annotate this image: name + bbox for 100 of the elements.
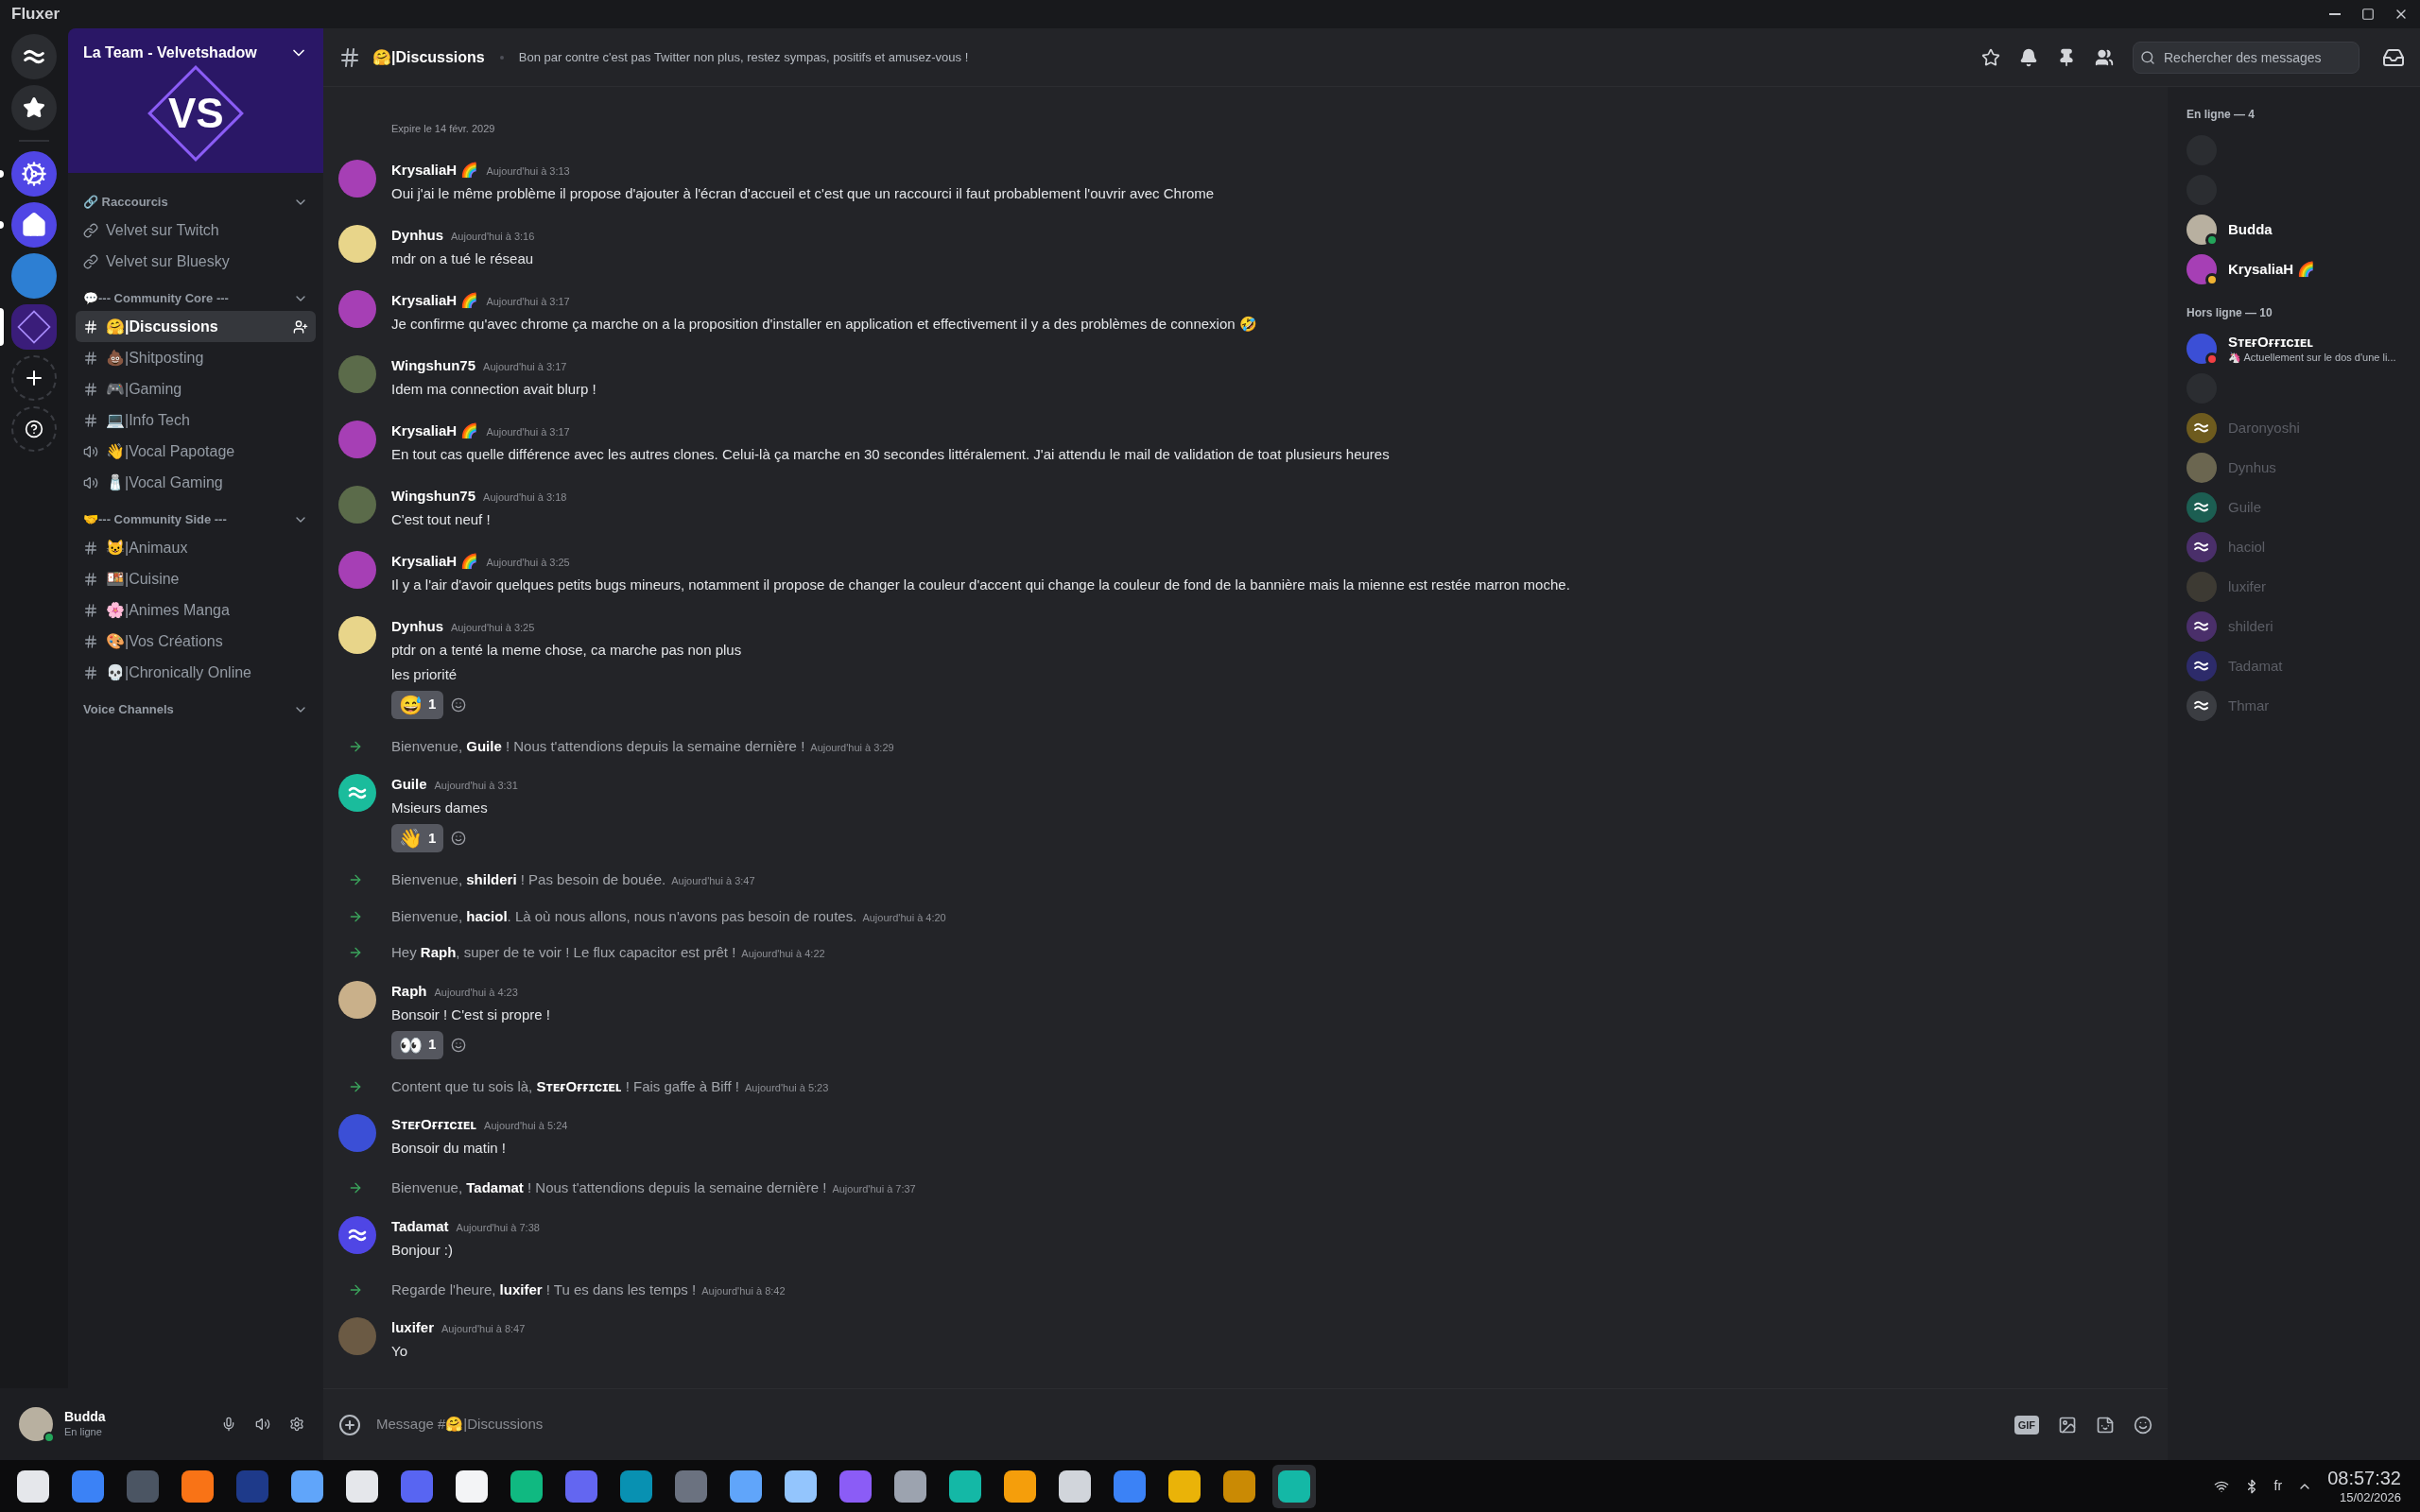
category-name[interactable]: 💬--- Community Core --- [83,289,229,308]
message-text: Je confirme qu'avec chrome ça marche on a la proposition d'installer en application et effectivement il y a des problèmes de connexion 🤣 [391,314,1257,334]
hash-icon [338,45,361,69]
user-status: En ligne [64,1425,103,1439]
channel-item[interactable]: 💀|Chronically Online [76,657,316,688]
author-name[interactable]: Dynhus [391,224,443,246]
timestamp: Aujourd'hui à 8:47 [441,1322,526,1336]
notifications-button[interactable] [2019,47,2038,67]
author-name[interactable]: Wingshun75 [391,485,476,507]
channel-item[interactable]: 🤗|Discussions [76,311,316,342]
timestamp: Aujourd'hui à 3:17 [486,424,570,439]
reaction-chip[interactable]: 👋 1 [391,824,444,852]
image-button[interactable] [2058,1415,2077,1435]
favorite-button[interactable] [1981,47,2000,67]
speaker-icon [255,1417,270,1432]
hash-icon [83,664,98,680]
server-banner[interactable]: La Team - Velvetshadow VS [68,28,323,173]
search-field[interactable]: Rechercher des messages [2133,41,2360,74]
channel-item[interactable]: 😺|Animaux [76,532,316,563]
channel-topic: Bon par contre c'est pas Twitter non plus, restez sympas, positifs et amusez-vous ! [518,48,970,66]
timestamp: Aujourd'hui à 3:18 [483,490,567,505]
author-name[interactable]: KrysaliaH 🌈 [391,420,479,441]
channel-item[interactable]: 🎨|Vos Créations [76,626,316,657]
channel-item[interactable]: Velvet sur Bluesky [76,246,316,277]
gif-button[interactable]: GIF [2014,1415,2039,1435]
message-input[interactable]: Message #🤗|Discussions [376,1414,1999,1435]
member-group-title: Hors ligne — 10 [2186,305,2273,321]
timestamp: Aujourd'hui à 3:17 [486,294,570,309]
hash-icon [83,571,98,587]
author-name[interactable]: KrysaliaH 🌈 [391,159,479,180]
speaker-button[interactable] [255,1417,270,1432]
hash-icon [83,350,98,366]
server-logo[interactable] [11,304,57,350]
diamond-icon [15,308,53,346]
join-message: Bienvenue, Guile ! Nous t'attendions depuis la semaine dernière ! [391,736,805,756]
author-name[interactable]: Guile [391,774,427,795]
expiry-note: Expire le 14 févr. 2029 [391,122,495,134]
author-name[interactable]: SᴛᴇғOғғɪᴄɪᴇʟ [391,1114,477,1135]
message-text: ptdr on a tenté la meme chose, ca marche pas non plus [391,640,742,660]
timestamp: Aujourd'hui à 3:13 [486,163,570,179]
add-reaction-icon [451,831,467,846]
category-name[interactable]: 🤝--- Community Side --- [83,510,227,529]
server-icon[interactable] [11,151,57,197]
gear-icon [21,161,47,187]
message-text: Idem ma connection avait blurp ! [391,379,596,399]
message-text: En tout cas quelle différence avec les autres clones. Celui-là ça marche en 30 secondes littéralement. J'ai attendu le mail de validation de toat plusieurs heures [391,444,1390,464]
join-message: Regarde l'heure, luxifer ! Tu es dans les temps ! [391,1280,697,1299]
channel-item[interactable]: 🌸|Animes Manga [76,594,316,626]
channel-item[interactable]: 💩|Shitposting [76,342,316,373]
pinned-button[interactable] [2057,47,2076,67]
sticker-button[interactable] [2096,1415,2115,1435]
speaker-icon [83,443,98,459]
message-text: C'est tout neuf ! [391,509,492,529]
member-name[interactable]: Budda [2228,220,2273,239]
category-name[interactable]: 🔗 Raccourcis [83,193,168,212]
channel-item[interactable]: 🍱|Cuisine [76,563,316,594]
favorites-button[interactable] [11,85,57,130]
member-name[interactable]: SᴛᴇғOғғɪᴄɪᴇʟ [2228,333,2396,352]
keyboard-language[interactable]: fr [2273,1476,2283,1496]
message-text: Msieurs dames [391,799,489,817]
minimize-icon [2329,13,2341,15]
members-button[interactable] [2095,47,2114,67]
emoji-button[interactable] [2134,1415,2152,1435]
hash-icon [83,318,98,335]
channel-item[interactable]: Velvet sur Twitch [76,215,316,246]
author-name[interactable]: Raph [391,980,427,1002]
channel-item[interactable]: 💻|Info Tech [76,404,316,436]
reaction-chip[interactable]: 👀 1 [391,1030,444,1059]
pin-icon [2057,47,2076,67]
add-server-button[interactable] [11,355,57,401]
microphone-button[interactable] [221,1417,236,1432]
link-icon [83,222,98,238]
avatar-photo-placeholder [19,1407,53,1441]
attach-button[interactable] [338,1413,361,1436]
server-photo-placeholder[interactable] [11,253,57,299]
author-name[interactable]: Tadamat [391,1215,449,1237]
author-name[interactable]: Dynhus [391,615,443,637]
taskbar-app-button[interactable] [1272,1464,1316,1508]
maximize-button[interactable] [2361,8,2375,21]
microphone-icon [221,1417,236,1432]
message-text: mdr on a tué le réseau [391,249,535,268]
reaction-chip[interactable]: 😅 1 [391,690,444,719]
server-icon[interactable] [11,202,57,248]
channel-item[interactable]: 🎮|Gaming [76,373,316,404]
member-name[interactable]: KrysaliaH 🌈 [2228,260,2316,279]
clock-date: 15/02/2026 [2339,1489,2401,1506]
author-name[interactable]: KrysaliaH 🌈 [391,550,479,572]
settings-button[interactable] [289,1417,304,1432]
timestamp: Aujourd'hui à 5:24 [484,1119,568,1133]
author-name[interactable]: Wingshun75 [391,354,476,376]
members-icon [2095,47,2114,67]
author-name[interactable]: KrysaliaH 🌈 [391,289,479,311]
category-name[interactable]: Voice Channels [83,700,174,719]
maximize-icon [2361,8,2375,21]
help-button[interactable] [11,406,57,452]
channel-item[interactable]: 🧂|Vocal Gaming [76,467,316,498]
timestamp: Aujourd'hui à 4:23 [434,985,518,1000]
author-name[interactable]: luxifer [391,1317,434,1338]
channel-item[interactable]: 👋|Vocal Papotage [76,436,316,467]
home-logo-button[interactable] [11,34,57,79]
